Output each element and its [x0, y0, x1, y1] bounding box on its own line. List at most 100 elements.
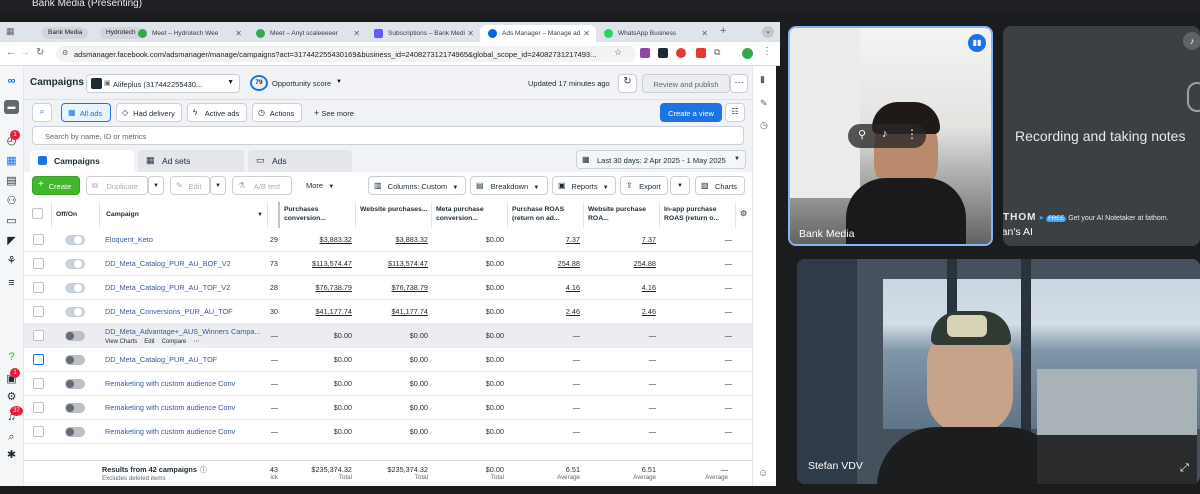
row-checkbox[interactable]: [33, 378, 44, 389]
settings-gear-icon[interactable]: ⚙: [4, 390, 19, 404]
view-settings-button[interactable]: ☷: [725, 103, 745, 122]
meta-logo-icon[interactable]: ∞: [4, 74, 19, 88]
tab-subscriptions[interactable]: Subscriptions – Bank Medi ✕: [366, 25, 480, 42]
tab-ad-sets[interactable]: ▦ Ad sets: [138, 150, 244, 172]
row-checkbox[interactable]: [33, 258, 44, 269]
filter-actions[interactable]: ◷ Actions: [252, 103, 302, 122]
campaigns-nav-icon[interactable]: ▦: [4, 154, 19, 168]
edit-button[interactable]: ✎ Edit: [170, 176, 210, 195]
row-action-edit[interactable]: Edit: [144, 339, 154, 345]
campaign-name-link[interactable]: DD_Meta_Catalog_PUR_AU_TOF: [105, 355, 265, 364]
more-menu[interactable]: More ▼: [306, 181, 334, 190]
pin-icon[interactable]: ⚲: [858, 128, 866, 141]
tab-ads[interactable]: ▭ Ads: [248, 150, 352, 172]
all-tools-icon[interactable]: ≡: [4, 276, 19, 290]
cell-c1[interactable]: $0.00: [280, 427, 352, 436]
campaign-name-link[interactable]: Remaketing with custom audience Conv: [105, 403, 265, 412]
cell-c5[interactable]: 4.16: [584, 283, 656, 292]
col-website-purchase-roas[interactable]: Website purchase ROA...: [584, 202, 660, 228]
ad-account-selector[interactable]: ▣ Alifeplus (317442255430... ▼: [86, 74, 240, 93]
campaign-name-link[interactable]: Eloquent_Keto: [105, 235, 265, 244]
emoji-icon[interactable]: ☺: [758, 468, 768, 479]
cell-c2[interactable]: $0.00: [356, 427, 428, 436]
opportunity-score-label[interactable]: Opportunity score: [272, 79, 331, 88]
see-more-filters[interactable]: + See more: [314, 108, 354, 118]
create-button[interactable]: + Create: [32, 176, 80, 195]
row-checkbox[interactable]: [33, 330, 44, 341]
campaign-planner-icon[interactable]: ◤: [4, 234, 19, 248]
new-tab-icon[interactable]: +: [720, 25, 726, 37]
row-action-compare[interactable]: Compare: [162, 339, 187, 345]
profile-avatar[interactable]: [742, 48, 753, 59]
cell-c1[interactable]: $41,177.74: [280, 307, 352, 316]
participant-tile-bank-media[interactable]: ⚲ ♪ ⋮ ▮▮ Bank Media: [788, 26, 993, 246]
campaign-toggle[interactable]: [65, 427, 85, 437]
edit-dropdown[interactable]: ▼: [210, 176, 226, 195]
cell-c2[interactable]: $76,738.79: [356, 283, 428, 292]
campaign-toggle[interactable]: [65, 331, 85, 341]
cell-c5[interactable]: 2.46: [584, 307, 656, 316]
bug-report-icon[interactable]: ✱: [4, 448, 19, 462]
search-toggle-button[interactable]: ⌕: [32, 103, 52, 122]
pencil-icon[interactable]: ✎: [760, 98, 768, 109]
kebab-menu-icon[interactable]: ⋮: [762, 46, 772, 57]
row-checkbox[interactable]: [33, 282, 44, 293]
more-options-button[interactable]: ⋯: [730, 74, 748, 93]
cell-c4[interactable]: —: [508, 331, 580, 340]
cell-c2[interactable]: $0.00: [356, 379, 428, 388]
campaign-toggle[interactable]: [65, 259, 85, 269]
info-icon[interactable]: ⓘ: [200, 465, 207, 475]
campaign-toggle[interactable]: [65, 283, 85, 293]
cell-c5[interactable]: 7.37: [584, 235, 656, 244]
review-publish-button[interactable]: Review and publish: [642, 74, 730, 93]
back-icon[interactable]: ←: [6, 47, 16, 58]
tab-group-bank-media[interactable]: Bank Media: [42, 27, 89, 39]
row-action-view-charts[interactable]: View Charts: [105, 339, 137, 345]
search-icon[interactable]: ⌕: [4, 430, 19, 444]
select-all-checkbox[interactable]: [32, 208, 43, 219]
ellipsis-icon[interactable]: ⋯: [193, 339, 199, 345]
col-campaign[interactable]: Campaign ▼: [100, 202, 268, 228]
cell-c5[interactable]: —: [584, 331, 656, 340]
cell-c1[interactable]: $113,574.47: [280, 259, 352, 268]
cell-c1[interactable]: $0.00: [280, 403, 352, 412]
duplicate-dropdown[interactable]: ▼: [148, 176, 164, 195]
tab-meet-hydrotech[interactable]: Meet – Hydrotech Wee ✕: [130, 25, 248, 42]
campaign-name-link[interactable]: Remaketing with custom audience Conv: [105, 427, 265, 436]
date-range-picker[interactable]: ▦ Last 30 days: 2 Apr 2025 - 1 May 2025 …: [576, 150, 746, 169]
filter-active-ads[interactable]: ϟ Active ads: [187, 103, 247, 122]
clock-icon[interactable]: ◷: [760, 120, 768, 131]
row-checkbox[interactable]: [33, 306, 44, 317]
campaign-name-link[interactable]: DD_Meta_Catalog_PUR_AU_TOF_V2: [105, 283, 265, 292]
row-checkbox[interactable]: [33, 234, 44, 245]
cell-c2[interactable]: $3,883.32: [356, 235, 428, 244]
pages-nav-icon[interactable]: ▤: [4, 174, 19, 188]
export-dropdown[interactable]: ▼: [670, 176, 690, 195]
campaign-toggle[interactable]: [65, 379, 85, 389]
row-checkbox[interactable]: [33, 402, 44, 413]
close-icon[interactable]: ✕: [467, 29, 474, 38]
row-checkbox[interactable]: [33, 354, 44, 365]
bar-chart-icon[interactable]: ▮: [760, 74, 765, 85]
help-icon[interactable]: ?: [4, 350, 19, 364]
campaign-toggle[interactable]: [65, 403, 85, 413]
forward-icon[interactable]: →: [20, 47, 30, 58]
duplicate-button[interactable]: ⧉ Duplicate: [86, 176, 148, 195]
campaign-toggle[interactable]: [65, 235, 85, 245]
table-row[interactable]: DD_Meta_Catalog_PUR_AU_TOF — $0.00 $0.00 $0.…: [24, 348, 752, 372]
breakdown-dropdown[interactable]: ▤ Breakdown ▼: [470, 176, 548, 195]
opportunity-score-gauge[interactable]: 79: [250, 75, 268, 91]
table-row[interactable]: DD_Meta_Catalog_PUR_AU_BOF_V2 73 $113,574.…: [24, 252, 752, 276]
bookmark-star-icon[interactable]: ☆: [614, 47, 622, 58]
close-icon[interactable]: ✕: [235, 29, 242, 38]
fullscreen-icon[interactable]: ⤢: [1180, 462, 1189, 475]
table-row[interactable]: DD_Meta_Advantage+_AUS_Winners Campa... V…: [24, 324, 752, 348]
account-icon[interactable]: ▬: [4, 100, 19, 114]
cell-c1[interactable]: $0.00: [280, 379, 352, 388]
cell-c5[interactable]: —: [584, 379, 656, 388]
url-field[interactable]: ⚙ adsmanager.facebook.com/adsmanager/man…: [56, 46, 636, 62]
cell-c1[interactable]: $0.00: [280, 331, 352, 340]
search-input[interactable]: Search by name, ID or metrics: [32, 126, 744, 145]
table-row[interactable]: DD_Meta_Catalog_PUR_AU_TOF_V2 28 $76,738.7…: [24, 276, 752, 300]
extension-icon[interactable]: [696, 48, 706, 58]
